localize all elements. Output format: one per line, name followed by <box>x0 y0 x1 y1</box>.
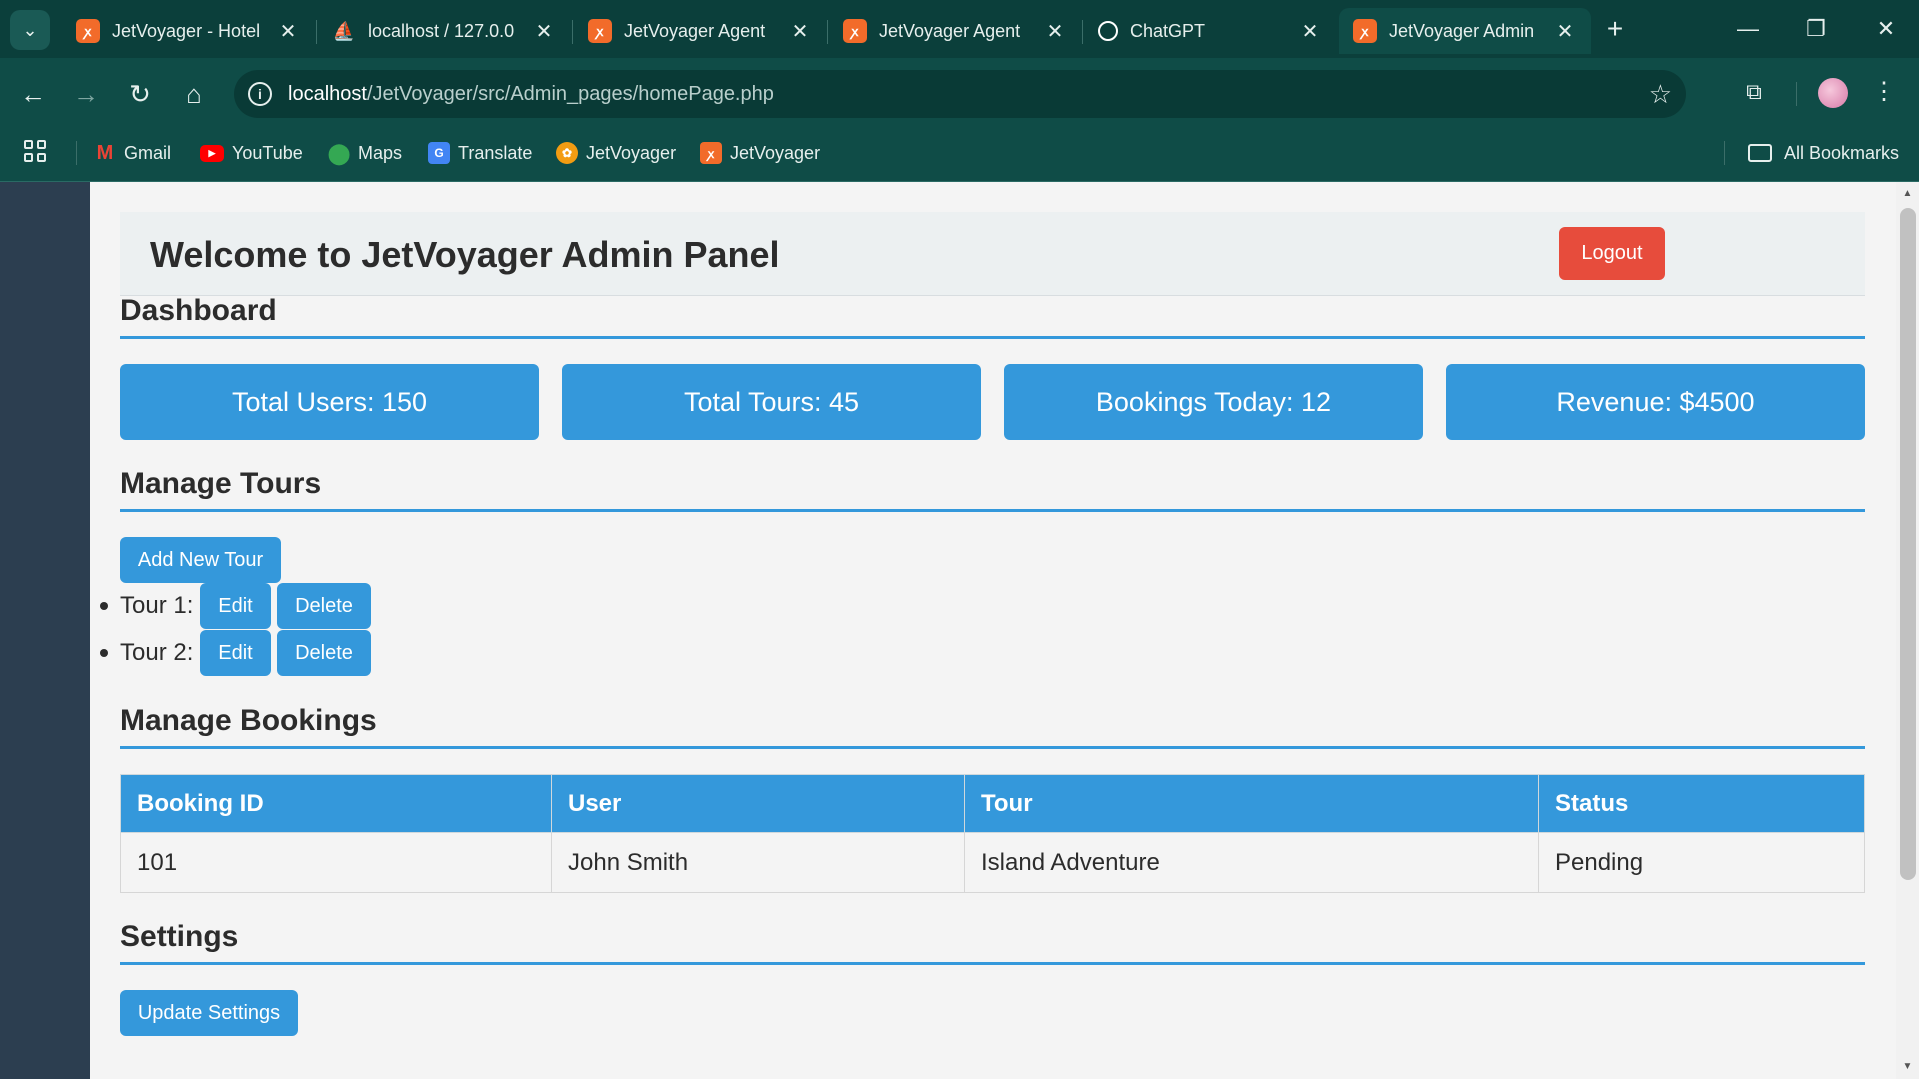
admin-sidebar <box>0 182 90 1079</box>
window-close-icon[interactable]: ✕ <box>1866 12 1906 46</box>
scrollbar-thumb[interactable] <box>1900 208 1916 880</box>
settings-heading: Settings <box>120 920 1865 965</box>
apps-grid-icon[interactable] <box>24 140 50 166</box>
update-settings-button[interactable]: Update Settings <box>120 990 298 1036</box>
all-bookmarks[interactable]: All Bookmarks <box>1748 138 1899 168</box>
phpmyadmin-icon: ⛵ <box>332 20 356 41</box>
close-icon[interactable]: ✕ <box>1553 19 1577 44</box>
page-scrollbar[interactable]: ▲ ▼ <box>1896 182 1919 1079</box>
add-new-tour-button[interactable]: Add New Tour <box>120 537 281 583</box>
youtube-icon: ▶ <box>200 144 224 162</box>
edit-tour-1-button[interactable]: Edit <box>200 583 271 629</box>
minimize-icon[interactable]: — <box>1728 12 1768 46</box>
new-tab-icon[interactable]: + <box>1600 14 1630 44</box>
folder-icon <box>1748 144 1772 162</box>
bookmark-gmail[interactable]: M Gmail <box>94 138 171 168</box>
xampp-icon: ꭗ <box>843 19 867 43</box>
tab-title: JetVoyager - Hotel <box>112 20 261 41</box>
extensions-icon[interactable]: ⧉ <box>1738 76 1770 108</box>
scroll-down-icon[interactable]: ▼ <box>1896 1057 1919 1077</box>
stat-total-tours: Total Tours: 45 <box>562 364 981 440</box>
tab-agent-1[interactable]: ꭗ JetVoyager Agent ✕ <box>574 8 826 54</box>
restore-icon[interactable]: ❐ <box>1796 12 1836 46</box>
tab-phpmyadmin[interactable]: ⛵ localhost / 127.0.0 ✕ <box>318 8 570 54</box>
xampp-icon: ꭗ <box>76 19 100 43</box>
close-icon[interactable]: ✕ <box>788 19 812 44</box>
tab-title: ChatGPT <box>1130 20 1206 41</box>
xampp-icon: ꭗ <box>1353 19 1377 43</box>
menu-kebab-icon[interactable]: ⋮ <box>1872 76 1896 108</box>
maps-pin-icon: ⬤ <box>327 142 351 165</box>
bookmark-jetvoyager-1[interactable]: ✿ JetVoyager <box>556 138 676 168</box>
profile-avatar[interactable] <box>1818 78 1848 108</box>
tab-hotel[interactable]: ꭗ JetVoyager - Hotel ✕ <box>62 8 314 54</box>
reload-icon[interactable]: ↻ <box>122 76 158 112</box>
column-header: Tour <box>964 774 1539 833</box>
jetvoyager-icon: ✿ <box>556 142 578 164</box>
bookings-table: Booking ID User Tour Status 101 John Smi… <box>120 774 1865 893</box>
tab-title: JetVoyager Admin <box>1389 20 1535 41</box>
list-item: Tour 1: <box>100 583 194 629</box>
close-icon[interactable]: ✕ <box>276 19 300 44</box>
tour-label: Tour 1: <box>120 592 194 619</box>
stat-total-users: Total Users: 150 <box>120 364 539 440</box>
tab-search-icon[interactable]: ⌄ <box>10 10 50 50</box>
manage-bookings-heading: Manage Bookings <box>120 704 1865 749</box>
page-title: Welcome to JetVoyager Admin Panel <box>150 234 780 275</box>
translate-icon: G <box>428 142 450 164</box>
table-row: 101 John Smith Island Adventure Pending <box>120 832 1865 893</box>
column-header: User <box>551 774 965 833</box>
list-item: Tour 2: <box>100 630 194 676</box>
tab-chatgpt[interactable]: ChatGPT ✕ <box>1084 8 1336 54</box>
home-icon[interactable]: ⌂ <box>176 76 212 112</box>
delete-tour-1-button[interactable]: Delete <box>277 583 371 629</box>
xampp-icon: ꭗ <box>588 19 612 43</box>
user-cell: John Smith <box>551 832 965 893</box>
edit-tour-2-button[interactable]: Edit <box>200 630 271 676</box>
table-header-row: Booking ID User Tour Status <box>120 774 1865 833</box>
stat-bookings-today: Bookings Today: 12 <box>1004 364 1423 440</box>
status-cell: Pending <box>1538 832 1865 893</box>
tab-agent-2[interactable]: ꭗ JetVoyager Agent ✕ <box>829 8 1081 54</box>
stat-revenue: Revenue: $4500 <box>1446 364 1865 440</box>
close-icon[interactable]: ✕ <box>532 19 556 44</box>
logout-button[interactable]: Logout <box>1559 227 1665 280</box>
manage-tours-heading: Manage Tours <box>120 467 1865 512</box>
forward-icon[interactable]: → <box>68 76 104 112</box>
address-bar[interactable]: i localhost/JetVoyager/src/Admin_pages/h… <box>234 70 1686 118</box>
column-header: Booking ID <box>120 774 552 833</box>
tab-title: JetVoyager Agent <box>624 20 766 41</box>
close-icon[interactable]: ✕ <box>1298 19 1322 44</box>
bookmark-jetvoyager-2[interactable]: ꭗ JetVoyager <box>700 138 820 168</box>
url-text: localhost/JetVoyager/src/Admin_pages/hom… <box>288 82 774 105</box>
bookmark-youtube[interactable]: ▶ YouTube <box>200 138 303 168</box>
scroll-up-icon[interactable]: ▲ <box>1896 184 1919 204</box>
browser-toolbar: ← → ↻ ⌂ i localhost/JetVoyager/src/Admin… <box>0 58 1919 130</box>
tour-label: Tour 2: <box>120 639 194 666</box>
tab-strip: ⌄ ꭗ JetVoyager - Hotel ✕ ⛵ localhost / 1… <box>0 0 1919 58</box>
back-icon[interactable]: ← <box>15 76 51 112</box>
bookmark-star-icon[interactable]: ☆ <box>1649 79 1672 110</box>
tour-cell: Island Adventure <box>964 832 1539 893</box>
tab-admin[interactable]: ꭗ JetVoyager Admin ✕ <box>1339 8 1591 54</box>
column-header: Status <box>1538 774 1865 833</box>
admin-content: Welcome to JetVoyager Admin Panel Logout… <box>90 182 1896 1079</box>
site-info-icon[interactable]: i <box>248 82 272 106</box>
dashboard-heading: Dashboard <box>120 294 1865 339</box>
tab-title: JetVoyager Agent <box>879 20 1021 41</box>
bookmark-translate[interactable]: G Translate <box>428 138 532 168</box>
xampp-icon: ꭗ <box>700 142 722 164</box>
delete-tour-2-button[interactable]: Delete <box>277 630 371 676</box>
tab-title: localhost / 127.0.0 <box>368 20 515 41</box>
bookmark-maps[interactable]: ⬤ Maps <box>328 138 402 168</box>
page-header: Welcome to JetVoyager Admin Panel Logout <box>120 212 1865 296</box>
close-icon[interactable]: ✕ <box>1043 19 1067 44</box>
gmail-icon: M <box>96 141 114 164</box>
browser-chrome: ⌄ ꭗ JetVoyager - Hotel ✕ ⛵ localhost / 1… <box>0 0 1919 182</box>
chatgpt-icon <box>1098 21 1118 41</box>
booking-id-cell: 101 <box>120 832 552 893</box>
